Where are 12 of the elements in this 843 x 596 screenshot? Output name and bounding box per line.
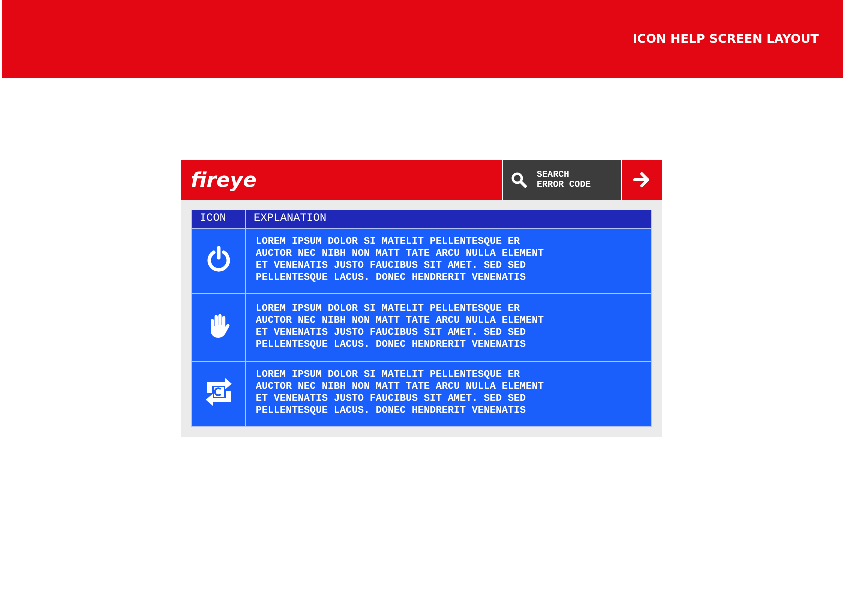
explanation-text: LOREM IPSUM DOLOR SI MATELIT PELLENTESQUE ER AUCTOR NEC NIBH NON MATT TATE ARCU NULLA ELEMENT ET VENENATIS JUSTO FAUCIBUS SIT AMET. SED SED PELLENTESQUE LACUS. DONEC HENDRERIT VENENATIS (256, 237, 546, 285)
column-header: ICON (192, 210, 246, 228)
arrow-icon (633, 172, 651, 188)
search-icon (511, 172, 527, 188)
explanation-text: LOREM IPSUM DOLOR SI MATELIT PELLENTESQUE ER AUCTOR NEC NIBH NON MATT TATE ARCU NULLA ELEMENT ET VENENATIS JUSTO FAUCIBUS SIT AMET. SED SED PELLENTESQUE LACUS. DONEC HENDRERIT VENENATIS (256, 304, 546, 352)
explanation-text: LOREM IPSUM DOLOR SI MATELIT PELLENTESQUE ER AUCTOR NEC NIBH NON MATT TATE ARCU NULLA ELEMENT ET VENENATIS JUSTO FAUCIBUS SIT AMET. SED SED PELLENTESQUE LACUS. DONEC HENDRERIT VENENATIS (256, 370, 546, 418)
search-button[interactable]: SEARCH ERROR CODE (502, 160, 622, 200)
logo: fireye (191, 168, 258, 192)
column-header: EXPLANATION (246, 210, 652, 228)
power-icon (206, 246, 230, 272)
reset-icon (204, 376, 234, 408)
page-title: ICON HELP SCREEN LAYOUT (632, 32, 819, 46)
